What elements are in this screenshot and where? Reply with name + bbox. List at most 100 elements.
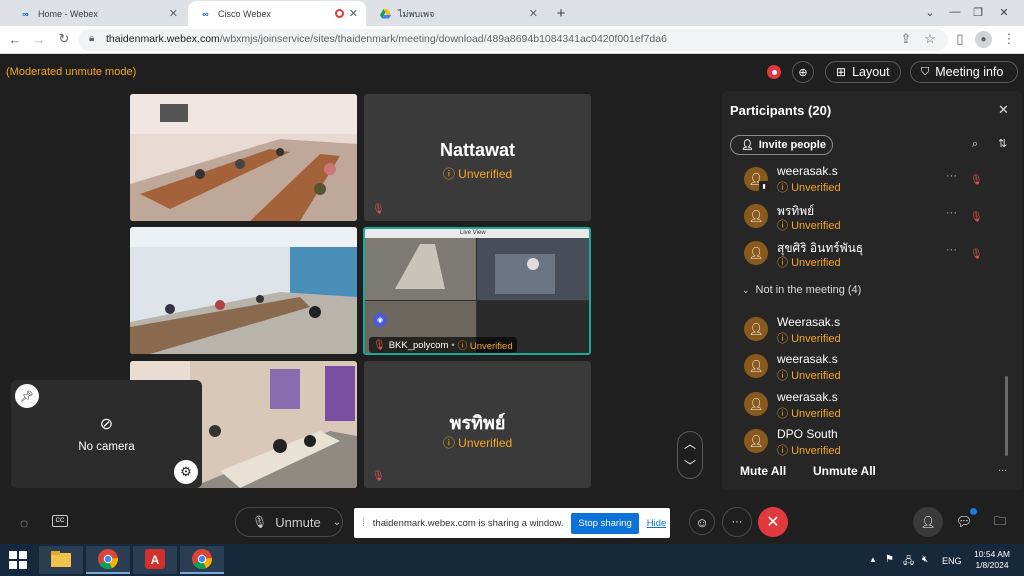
close-panel-icon[interactable]: ✕: [998, 102, 1009, 118]
restore-button[interactable]: ❐: [968, 2, 988, 22]
browser-menu-icon[interactable]: ⋮: [1000, 30, 1018, 48]
share-icon[interactable]: ⇪: [897, 30, 915, 48]
more-options-icon[interactable]: ···: [946, 244, 957, 256]
bookmark-star-icon[interactable]: ☆: [921, 30, 939, 48]
volume-muted-icon[interactable]: 🔇︎: [922, 554, 928, 565]
close-tab-icon[interactable]: ✕: [349, 7, 358, 20]
unverified-status: ⓘ Unverified: [457, 341, 513, 352]
security-tray-icon[interactable]: ⚑: [885, 554, 894, 565]
hide-link[interactable]: Hide: [647, 518, 667, 529]
self-view[interactable]: 📌︎ ⊘ No camera ⚙: [11, 380, 202, 488]
reload-button[interactable]: ↻: [55, 30, 73, 48]
clock-time: 10:54 AM: [974, 549, 1010, 559]
zoom-icon[interactable]: ⊕: [792, 61, 814, 83]
url-host: thaidenmark.webex.com: [106, 33, 220, 45]
drag-handle-icon[interactable]: ⁞: [362, 518, 365, 529]
status-label: Unverified: [791, 182, 841, 194]
lock-icon[interactable]: 🔒︎: [89, 33, 94, 44]
windows-start-icon[interactable]: [9, 551, 27, 574]
layout-grid-icon: ⊞: [836, 65, 847, 79]
unverified-status: ⓘ Unverified: [442, 436, 513, 450]
minimize-button[interactable]: —: [945, 2, 965, 22]
list-item[interactable]: 👤︎ weerasak.s ⓘ Unverified: [740, 351, 1002, 385]
meeting-info-button[interactable]: ⛉ Meeting info: [910, 61, 1018, 83]
video-tile-room-1[interactable]: [130, 94, 357, 221]
status-label: Unverified: [791, 220, 841, 232]
search-icon[interactable]: ⌕: [972, 138, 978, 151]
close-window-button[interactable]: ✕: [994, 2, 1014, 22]
video-tile-nattawat[interactable]: Nattawat ⓘ Unverified 🎙︎: [364, 94, 591, 221]
panel-scrollbar[interactable]: [1005, 376, 1008, 456]
unmute-all-button[interactable]: Unmute All: [813, 464, 876, 478]
status-label: Unverified: [791, 370, 841, 382]
file-explorer-icon[interactable]: [39, 546, 83, 574]
status-label: Unverified: [791, 333, 841, 345]
list-item[interactable]: 👤︎ สุขศิริ อินทร์พันธุ ⓘ Unverified ··· …: [740, 238, 1002, 272]
tab-title: ไม่พบเพจ: [398, 8, 435, 19]
layout-button[interactable]: ⊞ Layout: [825, 61, 901, 83]
end-call-button[interactable]: ✕: [758, 507, 788, 537]
muted-mic-icon: 🎙︎: [970, 249, 983, 260]
video-tile-pornthip[interactable]: พรทิพย์ ⓘ Unverified 🎙︎: [364, 361, 591, 488]
panel-more-button[interactable]: ...: [998, 462, 1007, 474]
forward-button[interactable]: →: [30, 30, 48, 48]
unverified-status: ⓘ Unverified: [777, 220, 841, 232]
separator: •: [451, 339, 455, 351]
tray-chevron-up-icon[interactable]: ▲: [869, 555, 877, 564]
tab-title: Home - Webex: [38, 8, 98, 19]
more-options-icon[interactable]: ···: [946, 207, 957, 219]
tab-page-not-found[interactable]: ไม่พบเพจ ✕: [368, 1, 546, 26]
folder-icon[interactable]: 🗀︎: [988, 510, 1012, 534]
language-indicator[interactable]: ENG: [942, 556, 962, 566]
acrobat-icon[interactable]: A: [133, 546, 177, 574]
close-tab-icon[interactable]: ✕: [169, 7, 178, 20]
list-item[interactable]: 👤︎ ▮ weerasak.s ⓘ Unverified ··· 🎙︎: [740, 164, 1002, 198]
closed-captions-icon[interactable]: CC: [52, 515, 68, 527]
side-panel-icon[interactable]: ▯: [951, 30, 969, 48]
video-tile-room-2[interactable]: [130, 227, 357, 354]
avatar: 👤︎: [744, 392, 768, 416]
chrome-icon[interactable]: [180, 546, 224, 574]
close-icon: ✕: [766, 514, 780, 531]
network-icon[interactable]: 🖧︎: [903, 554, 914, 571]
tab-title: Cisco Webex: [218, 8, 271, 19]
back-button[interactable]: ←: [6, 30, 24, 48]
chevron-down-icon[interactable]: ﹀: [678, 457, 702, 474]
chrome-icon[interactable]: [86, 546, 130, 574]
invite-people-button[interactable]: 👤︎ Invite people: [730, 135, 833, 155]
chevron-down-icon[interactable]: ⌄: [333, 517, 341, 528]
recording-indicator-icon[interactable]: [767, 65, 781, 79]
status-label: Unverified: [791, 408, 841, 420]
video-tile-bkk-polycom[interactable]: Live View ◉ 🎙︎ BKK_polycom • ⓘ Unverifie…: [363, 227, 591, 355]
pin-icon[interactable]: 📌︎: [15, 384, 39, 408]
recording-icon: [335, 9, 344, 18]
close-tab-icon[interactable]: ✕: [529, 7, 538, 20]
chevron-up-icon[interactable]: ︿: [678, 435, 702, 452]
more-options-icon[interactable]: ···: [946, 170, 957, 182]
tab-home-webex[interactable]: ∞ Home - Webex ✕: [8, 1, 186, 26]
participant-name: พรทิพย์: [449, 413, 506, 433]
profile-avatar[interactable]: ●: [975, 31, 992, 48]
sort-icon[interactable]: ⇅: [998, 137, 1007, 150]
stop-sharing-button[interactable]: Stop sharing: [571, 512, 639, 534]
url-text[interactable]: thaidenmark.webex.com/wbxmjs/joinservice…: [106, 33, 667, 45]
activity-icon[interactable]: ◌: [14, 513, 34, 533]
clock[interactable]: 10:54 AM 1/8/2024: [968, 549, 1016, 571]
list-item[interactable]: 👤︎ พรทิพย์ ⓘ Unverified ··· 🎙︎: [740, 201, 1002, 235]
new-tab-button[interactable]: +: [552, 4, 570, 22]
not-in-meeting-section-header[interactable]: ⌄ Not in the meeting (4): [742, 284, 861, 296]
unmute-label: Unmute: [275, 514, 321, 530]
tab-cisco-webex[interactable]: ∞ Cisco Webex ✕: [188, 1, 366, 26]
chevron-down-icon[interactable]: ⌄: [920, 2, 940, 22]
participants-toggle-icon[interactable]: 👤︎: [913, 507, 943, 537]
more-options-button[interactable]: ···: [722, 507, 752, 537]
device-icon: ▮: [759, 181, 769, 191]
list-item[interactable]: 👤︎ weerasak.s ⓘ Unverified: [740, 389, 1002, 423]
muted-mic-icon: 🎙︎: [372, 471, 385, 482]
unmute-button[interactable]: 🎙︎ Unmute ⌄: [235, 507, 343, 537]
settings-gear-icon[interactable]: ⚙: [174, 460, 198, 484]
mute-all-button[interactable]: Mute All: [740, 464, 786, 478]
list-item[interactable]: 👤︎ Weerasak.s ⓘ Unverified: [740, 314, 1002, 348]
list-item[interactable]: 👤︎ DPO South ⓘ Unverified: [740, 426, 1002, 460]
reactions-icon[interactable]: ☺: [689, 509, 715, 535]
